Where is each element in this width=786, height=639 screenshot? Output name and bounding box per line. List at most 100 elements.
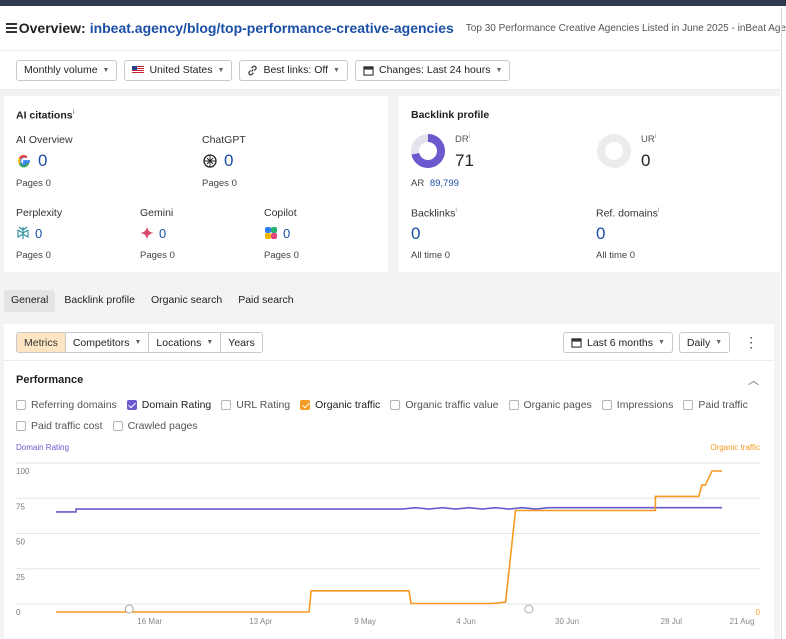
x-tick-label: 16 Mar xyxy=(137,617,162,626)
menu-icon[interactable] xyxy=(6,23,17,33)
chatgpt-pages: Pages 0 xyxy=(202,178,237,189)
best-links-label: Best links: Off xyxy=(263,64,329,76)
checkbox-icon xyxy=(16,421,26,431)
backlinks-label: Backlinksi xyxy=(411,207,457,220)
segment-competitors[interactable]: Competitors ▼ xyxy=(65,333,150,352)
backlinks-value[interactable]: 0 xyxy=(411,224,420,244)
segment-metrics[interactable]: Metrics xyxy=(17,333,66,352)
info-icon: i xyxy=(657,207,660,214)
x-tick-label: 4 Jun xyxy=(456,617,476,626)
ar-label: AR xyxy=(411,178,425,189)
ai-citations-title: AI citationsi xyxy=(16,109,75,122)
tab-backlink-profile[interactable]: Backlink profile xyxy=(57,290,142,312)
google-icon xyxy=(17,154,30,168)
ai-overview-value[interactable]: 0 xyxy=(38,151,47,171)
chevron-down-icon: ▼ xyxy=(134,339,142,346)
ai-citations-card: AI citationsi AI Overview 0 Pages 0 Chat… xyxy=(4,96,388,272)
info-icon: i xyxy=(455,207,457,214)
cb-crawled-pages[interactable]: Crawled pages xyxy=(112,420,198,432)
gemini-value[interactable]: 0 xyxy=(159,226,166,241)
cb-referring-domains[interactable]: Referring domains xyxy=(16,399,117,411)
collapse-chevron-icon[interactable]: ︿ xyxy=(748,372,759,388)
y-tick-label: 50 xyxy=(16,538,25,547)
dr-value: 71 xyxy=(455,151,474,170)
checkbox-icon xyxy=(601,400,612,410)
checkbox-icon xyxy=(508,400,519,410)
ai-overview-label: AI Overview xyxy=(16,134,73,146)
chevron-down-icon: ▼ xyxy=(217,66,225,74)
metric-checkboxes-row1: Referring domains Domain Rating URL Rati… xyxy=(16,399,748,411)
backlink-profile-title: Backlink profile xyxy=(411,109,490,121)
tab-paid-search[interactable]: Paid search xyxy=(231,290,300,312)
ur-value: 0 xyxy=(641,151,651,170)
x-tick-label: 13 Apr xyxy=(249,617,272,626)
checkbox-icon xyxy=(16,400,26,410)
ref-domains-value[interactable]: 0 xyxy=(596,224,605,244)
tab-organic-search[interactable]: Organic search xyxy=(144,290,229,312)
tab-general[interactable]: General xyxy=(4,290,56,312)
info-icon: i xyxy=(654,133,657,140)
cb-organic-traffic[interactable]: Organic traffic xyxy=(300,399,380,411)
ref-domains-label: Ref. domainsi xyxy=(596,207,660,220)
x-tick-label: 21 Aug xyxy=(730,617,755,626)
granularity-dropdown[interactable]: Daily ▼ xyxy=(678,332,731,353)
ur-donut-chart xyxy=(597,134,631,168)
gemini-label: Gemini xyxy=(140,207,174,219)
target-url[interactable]: inbeat.agency/blog/top-performance-creat… xyxy=(90,20,454,36)
ai-overview-pages: Pages 0 xyxy=(16,178,51,189)
ref-domains-sub: All time 0 xyxy=(596,250,636,261)
checkbox-checked-icon xyxy=(300,400,311,410)
view-segmented-control: Metrics Competitors ▼ Locations ▼ Years xyxy=(16,332,263,353)
chevron-down-icon: ▼ xyxy=(102,66,110,74)
checkbox-icon xyxy=(221,400,232,410)
volume-dropdown[interactable]: Monthly volume ▼ xyxy=(16,59,118,81)
cb-paid-traffic[interactable]: Paid traffic xyxy=(683,399,748,411)
period-dropdown[interactable]: Last 6 months ▼ xyxy=(563,332,673,353)
link-icon xyxy=(248,65,258,75)
y-tick-label: 0 xyxy=(16,608,21,617)
segment-locations[interactable]: Locations ▼ xyxy=(149,333,222,352)
country-dropdown[interactable]: United States ▼ xyxy=(124,59,233,81)
more-options-icon[interactable]: ⋮ xyxy=(744,334,758,351)
chatgpt-value[interactable]: 0 xyxy=(224,151,233,171)
checkbox-icon xyxy=(390,400,401,410)
changes-label: Changes: Last 24 hours xyxy=(378,64,491,76)
chevron-down-icon: ▼ xyxy=(495,66,503,74)
performance-title: Performance xyxy=(16,374,84,386)
metric-checkboxes-row2: Paid traffic cost Crawled pages xyxy=(16,420,198,432)
cb-organic-pages[interactable]: Organic pages xyxy=(508,399,592,411)
ar-value[interactable]: 89,799 xyxy=(430,178,459,189)
cb-paid-traffic-cost[interactable]: Paid traffic cost xyxy=(16,420,103,432)
filter-bar: Monthly volume ▼ United States ▼ Best li… xyxy=(0,50,780,90)
changes-dropdown[interactable]: Changes: Last 24 hours ▼ xyxy=(354,59,511,81)
chevron-down-icon: ▼ xyxy=(333,66,340,74)
cb-url-rating[interactable]: URL Rating xyxy=(221,399,290,411)
granularity-label: Daily xyxy=(686,336,711,349)
cb-organic-traffic-value[interactable]: Organic traffic value xyxy=(390,399,499,411)
series-line-organic-traffic xyxy=(56,470,722,613)
checkbox-checked-icon xyxy=(126,400,137,410)
period-label: Last 6 months xyxy=(587,336,653,349)
copilot-icon xyxy=(265,227,277,239)
y-tick-label: 100 xyxy=(16,467,30,476)
backlink-profile-card: Backlink profile DRi 71 AR 89,799 URi 0 … xyxy=(399,96,780,272)
calendar-icon xyxy=(571,338,582,348)
perplexity-label: Perplexity xyxy=(16,207,63,219)
chevron-down-icon: ▼ xyxy=(206,339,214,346)
period-controls: Last 6 months ▼ Daily ▼ ⋮ xyxy=(563,332,758,353)
cb-impressions[interactable]: Impressions xyxy=(601,399,673,411)
copilot-label: Copilot xyxy=(264,207,297,219)
report-tabs: General Backlink profile Organic search … xyxy=(4,290,301,312)
x-tick-label: 30 Jun xyxy=(555,617,579,626)
y-right-tick-label: 0 xyxy=(756,608,761,617)
page-title-text: Top 30 Performance Creative Agencies Lis… xyxy=(465,22,786,34)
perplexity-value[interactable]: 0 xyxy=(35,226,42,241)
performance-panel: Metrics Competitors ▼ Locations ▼ Years La… xyxy=(4,324,774,639)
checkbox-icon xyxy=(112,421,123,431)
y-tick-label: 25 xyxy=(16,573,25,582)
segment-years[interactable]: Years xyxy=(221,333,262,352)
copilot-value[interactable]: 0 xyxy=(283,226,290,241)
calendar-icon xyxy=(363,65,374,76)
best-links-dropdown[interactable]: Best links: Off ▼ xyxy=(239,59,348,81)
cb-domain-rating[interactable]: Domain Rating xyxy=(126,399,211,411)
